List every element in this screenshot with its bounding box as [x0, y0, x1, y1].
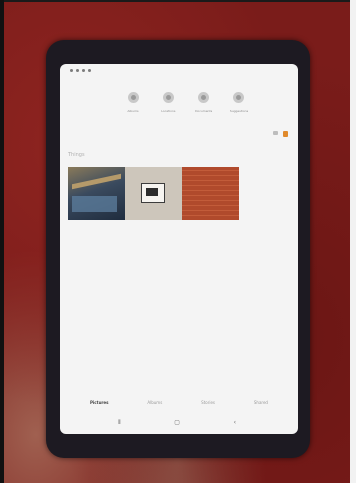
suggestion-icon [233, 92, 245, 103]
toolbar-icons [273, 131, 288, 137]
status-dot-icon [76, 69, 79, 72]
window-shape [72, 196, 117, 212]
category-suggestions[interactable]: Suggestions [222, 92, 256, 113]
category-label: Suggestions [229, 109, 249, 113]
category-label: Locations [161, 109, 176, 113]
status-dot-icon [70, 69, 73, 72]
photo-thumbnail-device[interactable] [125, 167, 182, 220]
status-dot-icon [88, 69, 91, 72]
tablet-screen: Albums Locations Documents Suggestions T… [60, 64, 298, 434]
category-locations[interactable]: Locations [151, 92, 185, 113]
photo-thumbnail-room[interactable] [68, 167, 125, 220]
search-icon[interactable] [273, 131, 278, 135]
category-label: Documents [195, 109, 213, 113]
back-icon[interactable]: ‹ [234, 420, 236, 426]
bottom-tab-bar: Pictures Albums Stories Shared [90, 400, 268, 405]
tab-shared[interactable]: Shared [254, 400, 268, 405]
wall-device-shape [141, 183, 165, 203]
category-shortcuts: Albums Locations Documents Suggestions [116, 92, 256, 113]
category-label: Albums [127, 109, 139, 113]
tab-pictures[interactable]: Pictures [90, 400, 109, 405]
photo-border-right [350, 0, 356, 483]
thumbnail-row [68, 167, 239, 220]
tab-stories[interactable]: Stories [201, 400, 215, 405]
system-nav-bar: ⦀ ▢ ‹ [118, 420, 236, 426]
home-icon[interactable]: ▢ [174, 420, 180, 426]
tab-albums[interactable]: Albums [147, 400, 162, 405]
category-documents[interactable]: Documents [187, 92, 221, 113]
photo-thumbnail-bricks[interactable] [182, 167, 239, 220]
section-title: Things [68, 152, 85, 158]
bookmark-icon[interactable] [283, 131, 288, 137]
location-icon [162, 92, 174, 103]
status-bar-icons [70, 69, 91, 72]
recent-apps-icon[interactable]: ⦀ [118, 420, 121, 426]
status-dot-icon [82, 69, 85, 72]
people-icon [127, 92, 139, 103]
photo-border-top [0, 0, 356, 2]
category-albums[interactable]: Albums [116, 92, 150, 113]
photo-border-left [0, 0, 4, 483]
railing-shape [72, 173, 121, 190]
document-icon [198, 92, 210, 103]
